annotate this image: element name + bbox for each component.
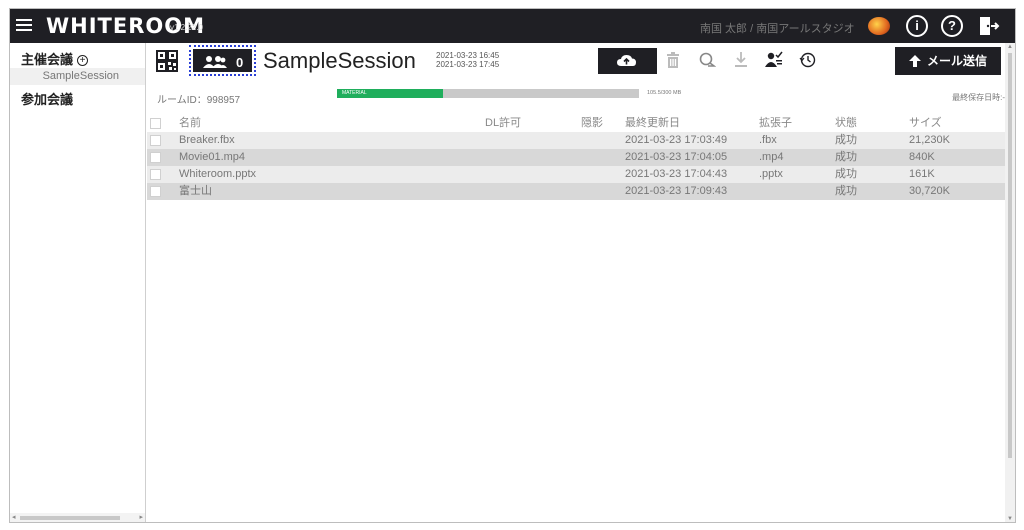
storage-progress-bar: MATERIAL	[337, 89, 639, 98]
file-state: 成功	[835, 168, 857, 180]
file-name: Breaker.fbx	[179, 134, 235, 146]
row-checkbox[interactable]	[150, 152, 161, 163]
scrollbar-thumb[interactable]	[20, 516, 120, 520]
send-mail-label: メール送信	[927, 54, 988, 68]
table-header-row: 名前 DL許可 隠影 最終更新日 拡張子 状態 サイズ	[147, 115, 1005, 132]
column-header-state[interactable]: 状態	[835, 115, 857, 132]
file-date: 2021-03-23 17:04:05	[625, 151, 728, 163]
storage-tag: MATERIAL	[342, 90, 367, 96]
room-id: ルームID：998957	[157, 95, 241, 106]
session-start: 2021-03-23 16:45	[436, 51, 500, 60]
info-glyph: i	[915, 18, 919, 33]
search-icon[interactable]	[698, 51, 716, 69]
file-size: 840K	[909, 151, 935, 163]
file-size: 21,230K	[909, 134, 950, 146]
sidebar-horizontal-scrollbar[interactable]: ◂ ▸	[10, 513, 145, 522]
table-row[interactable]: Breaker.fbx 2021-03-23 17:03:49 .fbx 成功 …	[147, 132, 1005, 149]
file-date: 2021-03-23 17:04:43	[625, 168, 728, 180]
trash-icon[interactable]	[665, 51, 681, 69]
info-icon[interactable]: i	[906, 15, 928, 37]
column-header-ext[interactable]: 拡張子	[759, 115, 792, 132]
download-icon[interactable]	[733, 51, 749, 69]
file-state: 成功	[835, 185, 857, 197]
history-icon[interactable]	[799, 51, 817, 69]
avatar[interactable]	[868, 17, 890, 35]
table-row[interactable]: Whiteroom.pptx 2021-03-23 17:04:43 .pptx…	[147, 166, 1005, 183]
arrow-up-icon	[909, 55, 921, 67]
file-size: 161K	[909, 168, 935, 180]
sidebar-joined-section[interactable]: 参加会議	[21, 89, 73, 108]
app-window: WHITEROOM v1.2.22.0 南国 太郎 / 南国アールスタジオ i …	[9, 8, 1016, 523]
scroll-up-icon[interactable]: ▲	[1007, 44, 1013, 50]
file-name: Movie01.mp4	[179, 151, 246, 163]
members-icon	[203, 56, 227, 68]
file-state: 成功	[835, 151, 857, 163]
file-date: 2021-03-23 17:09:43	[625, 185, 728, 197]
last-saved-label: 最終保存日時:-	[952, 93, 1005, 102]
help-icon[interactable]: ?	[941, 15, 963, 37]
column-header-name[interactable]: 名前	[179, 115, 201, 132]
user-check-icon[interactable]	[765, 51, 783, 69]
column-header-size[interactable]: サイズ	[909, 115, 942, 132]
sidebar-hosted-section[interactable]: 主催会議 +	[21, 49, 89, 68]
scroll-left-icon[interactable]: ◂	[12, 513, 16, 521]
session-title: SampleSession	[263, 48, 416, 73]
column-header-hide[interactable]: 隠影	[581, 115, 603, 132]
vertical-scrollbar[interactable]: ▲ ▼	[1005, 43, 1015, 522]
file-name: Whiteroom.pptx	[179, 168, 257, 180]
table-row[interactable]: Movie01.mp4 2021-03-23 17:04:05 .mp4 成功 …	[147, 149, 1005, 166]
file-name: 富士山	[179, 185, 212, 197]
file-table: 名前 DL許可 隠影 最終更新日 拡張子 状態 サイズ Breaker.fbx …	[147, 115, 1005, 200]
sidebar-hosted-label: 主催会議	[21, 52, 74, 67]
cloud-upload-icon	[617, 55, 636, 66]
file-ext: .fbx	[759, 134, 777, 146]
sidebar: 主催会議 + SampleSession 参加会議 ◂ ▸	[10, 43, 146, 522]
file-state: 成功	[835, 134, 857, 146]
storage-usage-text: 105.5/300 MB	[647, 90, 682, 96]
file-ext: .mp4	[759, 151, 784, 163]
file-size: 30,720K	[909, 185, 950, 197]
members-button-body: 0	[193, 49, 252, 72]
scroll-right-icon[interactable]: ▸	[139, 513, 143, 521]
column-header-dl[interactable]: DL許可	[485, 115, 521, 132]
row-checkbox[interactable]	[150, 186, 161, 197]
row-checkbox[interactable]	[150, 169, 161, 180]
members-button[interactable]: 0	[189, 45, 256, 76]
file-date: 2021-03-23 17:03:49	[625, 134, 728, 146]
add-meeting-icon[interactable]: +	[77, 55, 89, 66]
help-glyph: ?	[948, 18, 956, 33]
session-end: 2021-03-23 17:45	[436, 60, 500, 69]
top-bar: WHITEROOM v1.2.22.0 南国 太郎 / 南国アールスタジオ i …	[10, 9, 1015, 43]
select-all-checkbox[interactable]	[150, 118, 161, 129]
table-row[interactable]: 富士山 2021-03-23 17:09:43 成功 30,720K	[147, 183, 1005, 200]
scrollbar-thumb[interactable]	[1008, 53, 1012, 458]
main-panel: 0 SampleSession 2021-03-23 16:45 2021-03…	[147, 43, 1015, 522]
storage-progress-fill: MATERIAL	[337, 89, 444, 98]
row-checkbox[interactable]	[150, 135, 161, 146]
send-mail-button[interactable]: メール送信	[895, 47, 1001, 75]
upload-button[interactable]	[598, 48, 657, 74]
version-label: v1.2.22.0	[170, 23, 203, 32]
column-header-date[interactable]: 最終更新日	[625, 115, 680, 132]
scroll-down-icon[interactable]: ▼	[1007, 516, 1013, 522]
user-name[interactable]: 南国 太郎 / 南国アールスタジオ	[700, 20, 855, 36]
hamburger-menu-icon[interactable]	[16, 16, 32, 36]
session-dates: 2021-03-23 16:45 2021-03-23 17:45	[436, 51, 499, 69]
sidebar-item-sample-session[interactable]: SampleSession	[10, 68, 145, 85]
members-count: 0	[236, 55, 244, 70]
logout-icon[interactable]	[978, 15, 1000, 37]
qr-code-icon[interactable]	[156, 50, 178, 72]
file-ext: .pptx	[759, 168, 783, 180]
